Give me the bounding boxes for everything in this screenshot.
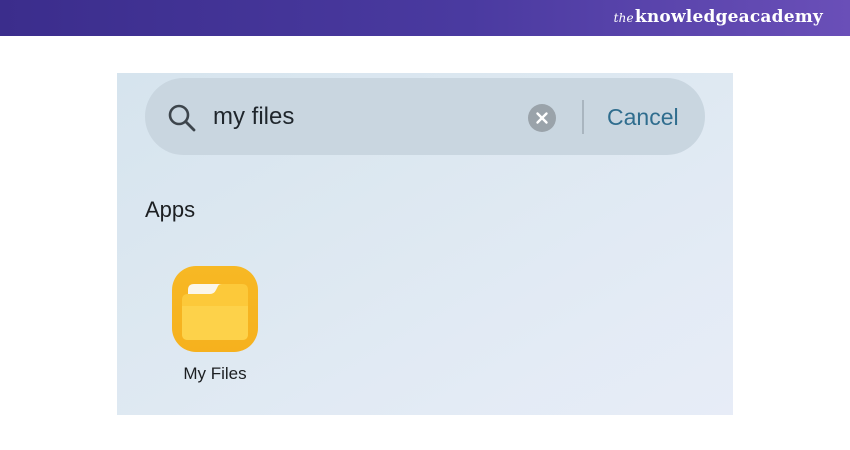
- brand-prefix: the: [613, 11, 634, 25]
- brand-logo: theknowledgeacademy: [614, 7, 823, 27]
- top-banner: theknowledgeacademy: [0, 0, 850, 36]
- phone-screen: Cancel Apps My Files: [117, 73, 733, 415]
- search-input[interactable]: [213, 100, 513, 134]
- brand-name: knowledgeacademy: [634, 7, 823, 27]
- app-tile-my-files[interactable]: My Files: [169, 266, 265, 392]
- clear-icon: [536, 112, 548, 124]
- folder-icon: [172, 266, 258, 352]
- section-title-apps: Apps: [145, 197, 196, 222]
- app-label: My Files: [183, 364, 247, 383]
- search-divider: [582, 100, 584, 134]
- search-bar[interactable]: Cancel: [145, 78, 705, 155]
- clear-search-button[interactable]: [528, 104, 556, 132]
- search-icon: [167, 103, 197, 133]
- cancel-button[interactable]: Cancel: [607, 102, 679, 132]
